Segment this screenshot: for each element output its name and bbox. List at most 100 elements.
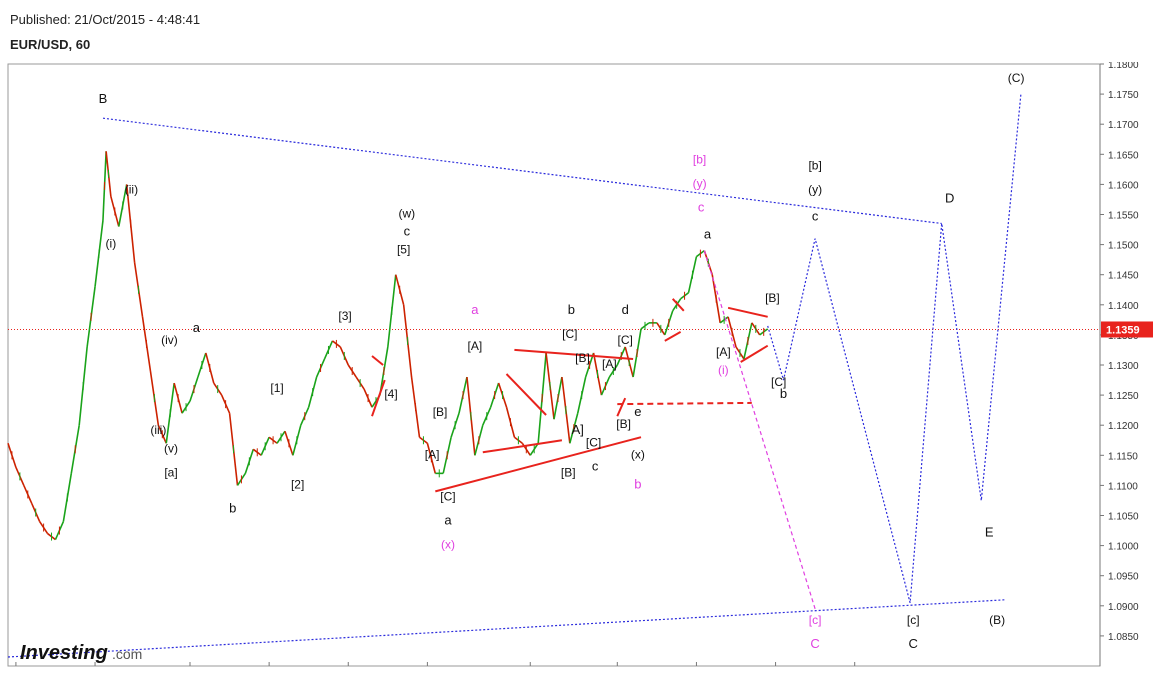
y-tick-label: 1.1050: [1108, 512, 1139, 523]
price-tag-label: 1.1359: [1106, 324, 1140, 336]
wave-label: (ii): [125, 182, 138, 196]
wave-label: E: [985, 525, 994, 540]
wave-labels-layer: B (ii) (i) (iv) a (iii) (v) [a] b [1] [2] [3] [4] (w)…: [99, 71, 1025, 651]
annotation-line: [727, 306, 768, 318]
y-tick-label: 1.1600: [1108, 180, 1139, 191]
wave-label: [b]: [693, 152, 706, 166]
wave-label: (x): [631, 447, 645, 461]
wave-label: [B]: [616, 417, 631, 431]
wave-label: c: [698, 199, 705, 214]
annotation-line: [505, 373, 547, 416]
wave-label: [4]: [384, 387, 397, 401]
wave-label: [3]: [338, 309, 351, 323]
wave-label: D: [945, 190, 954, 205]
axis-layer: 1.1800 1.1750 1.1700 1.1650 1.1600 1.1550 1.15…: [10, 60, 1153, 684]
wave-label: (v): [164, 441, 178, 455]
wave-label: e: [634, 404, 641, 419]
wave-label: a: [471, 302, 479, 317]
y-tick-label: 1.1150: [1108, 451, 1138, 462]
chart-canvas: B (ii) (i) (iv) a (iii) (v) [a] b [1] [2] [3] [4] (w)…: [7, 60, 1153, 684]
logo-suffix: .com: [112, 646, 142, 662]
wave-label: a: [444, 513, 452, 528]
wave-label: a: [704, 227, 712, 242]
wave-label: d: [622, 302, 629, 317]
wave-label: b: [229, 500, 236, 515]
wave-label: [A]: [716, 345, 731, 359]
annotation-line: [482, 439, 563, 454]
y-tick-label: 1.1000: [1108, 542, 1139, 553]
wave-label: (x): [441, 538, 455, 552]
wave-label: [1]: [270, 381, 283, 395]
y-tick-label: 1.1550: [1108, 211, 1139, 222]
wave-label: (i): [106, 237, 117, 251]
y-tick-label: 1.1500: [1108, 241, 1139, 252]
annotation-line: [703, 250, 816, 609]
wave-label: c: [404, 224, 411, 239]
wave-label: [c]: [809, 613, 822, 627]
wave-label: (iii): [150, 423, 166, 437]
annotation-line: [616, 397, 627, 417]
y-tick-label: 1.1450: [1108, 271, 1139, 282]
y-tick-label: 1.1400: [1108, 301, 1139, 312]
logo-graphic: Investing .com: [20, 642, 142, 664]
wave-label: [B]: [433, 405, 448, 419]
wave-label: [c]: [907, 613, 920, 627]
y-tick-label: 1.0950: [1108, 572, 1139, 583]
investing-logo: Investing .com: [20, 640, 150, 669]
annotation-line: [7, 599, 1006, 658]
wave-label: c: [592, 458, 599, 473]
annotation-line: [664, 331, 682, 342]
grid-layer: [7, 63, 1101, 667]
wave-label: [a]: [164, 465, 177, 479]
y-tick-label: 1.1700: [1108, 120, 1139, 131]
wave-label: [C]: [586, 435, 601, 449]
wave-label: (C): [1008, 71, 1025, 85]
wave-label: c: [812, 209, 819, 224]
y-tick-label: 1.0900: [1108, 602, 1139, 613]
wave-label: C: [909, 636, 918, 651]
wave-label: [B]: [765, 291, 780, 305]
y-tick-label: 1.1200: [1108, 421, 1139, 432]
y-tick-label: 1.1100: [1108, 481, 1138, 492]
wave-label: C: [810, 636, 819, 651]
wave-label: (iv): [161, 333, 178, 347]
wave-label: [2]: [291, 477, 304, 491]
wave-label: [C]: [618, 333, 633, 347]
y-tick-label: 1.1800: [1108, 62, 1139, 71]
wave-label: [A]: [468, 339, 483, 353]
annotation-line: [371, 355, 384, 366]
annotation-line: [767, 94, 1022, 603]
y-tick-label: 1.1300: [1108, 361, 1139, 372]
wave-label: [b]: [808, 158, 821, 172]
logo-brand: Investing: [20, 642, 108, 664]
wave-label: [C]: [440, 489, 455, 503]
annotation-line: [435, 436, 642, 493]
wave-label: [A]: [425, 447, 440, 461]
y-tick-label: 1.1650: [1108, 150, 1139, 161]
wave-label: a: [193, 320, 201, 335]
price-layer: [7, 151, 769, 541]
y-tick-label: 1.0850: [1108, 632, 1139, 643]
symbol-title: EUR/USD, 60: [10, 37, 91, 52]
y-tick-label: 1.1750: [1108, 90, 1139, 101]
wave-label: [5]: [397, 243, 410, 257]
y-tick-label: 1.1250: [1108, 391, 1139, 402]
wave-label: (y): [693, 176, 707, 190]
wave-label: [C]: [562, 327, 577, 341]
wave-label: (y): [808, 182, 822, 196]
wave-label: b: [568, 302, 575, 317]
annotation-line: [371, 379, 386, 417]
price-chart: B (ii) (i) (iv) a (iii) (v) [a] b [1] [2] [3] [4] (w)…: [6, 60, 1156, 684]
published-timestamp: Published: 21/Oct/2015 - 4:48:41: [10, 12, 201, 27]
annotation-lines-layer: [7, 94, 1022, 658]
plot-border: [7, 63, 1101, 667]
wave-label: (i): [718, 363, 729, 377]
wave-label: b: [634, 476, 641, 491]
wave-label: A]: [572, 422, 584, 437]
wave-label: (w): [398, 207, 415, 221]
wave-label: [B]: [575, 351, 590, 365]
wave-label: B: [99, 91, 108, 106]
wave-label: [B]: [561, 465, 576, 479]
wave-label: (B): [989, 613, 1005, 627]
wave-label: [A]: [602, 357, 617, 371]
